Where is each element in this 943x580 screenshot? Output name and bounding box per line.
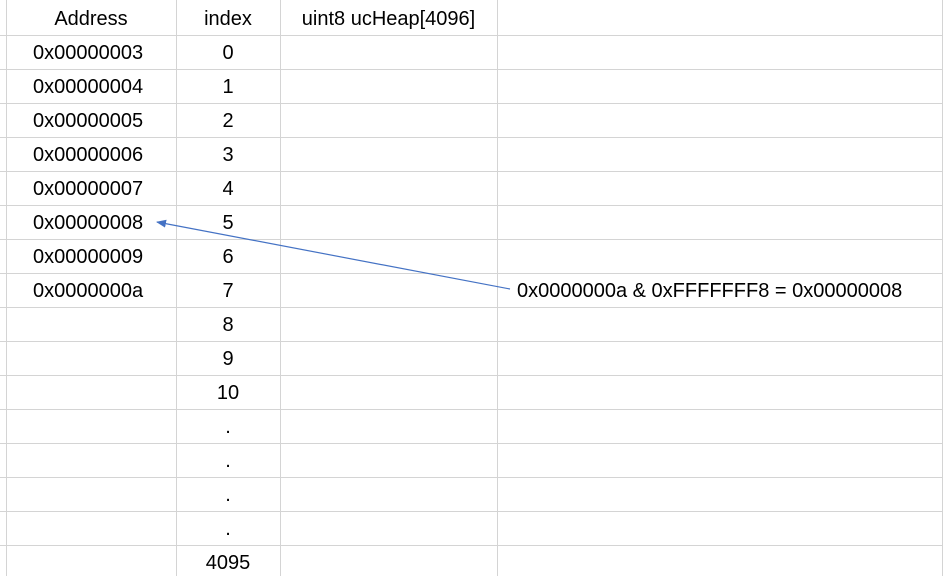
- index-cell[interactable]: 0: [176, 36, 280, 70]
- index-cell[interactable]: 6: [176, 240, 280, 274]
- row-separator: [0, 341, 943, 342]
- address-cell[interactable]: 0x00000008: [33, 206, 176, 240]
- index-cell[interactable]: 9: [176, 342, 280, 376]
- index-cell[interactable]: 2: [176, 104, 280, 138]
- address-cell[interactable]: 0x00000005: [33, 104, 176, 138]
- address-cell[interactable]: 0x0000000a: [33, 274, 176, 308]
- index-cell[interactable]: 3: [176, 138, 280, 172]
- index-cell[interactable]: 4095: [176, 546, 280, 580]
- index-cell[interactable]: 1: [176, 70, 280, 104]
- index-cell[interactable]: .: [176, 512, 280, 546]
- row-separator: [0, 375, 943, 376]
- index-cell[interactable]: 7: [176, 274, 280, 308]
- column-separator: [497, 0, 498, 576]
- index-cell[interactable]: 10: [176, 376, 280, 410]
- spreadsheet-grid: Address index uint8 ucHeap[4096] 0x00000…: [0, 0, 943, 576]
- column-separator: [6, 0, 7, 576]
- header-address[interactable]: Address: [6, 2, 176, 36]
- address-cell[interactable]: 0x00000003: [33, 36, 176, 70]
- address-cell[interactable]: 0x00000009: [33, 240, 176, 274]
- row-separator: [0, 545, 943, 546]
- index-cell[interactable]: 4: [176, 172, 280, 206]
- row-separator: [0, 443, 943, 444]
- annotation-text[interactable]: 0x0000000a & 0xFFFFFFF8 = 0x00000008: [517, 274, 937, 308]
- header-heap[interactable]: uint8 ucHeap[4096]: [280, 2, 497, 36]
- index-cell[interactable]: .: [176, 410, 280, 444]
- index-cell[interactable]: .: [176, 478, 280, 512]
- row-separator: [0, 511, 943, 512]
- row-separator: [0, 409, 943, 410]
- column-separator: [280, 0, 281, 576]
- address-cell[interactable]: 0x00000004: [33, 70, 176, 104]
- index-cell[interactable]: .: [176, 444, 280, 478]
- address-cell[interactable]: 0x00000007: [33, 172, 176, 206]
- header-index[interactable]: index: [176, 2, 280, 36]
- row-separator: [0, 477, 943, 478]
- index-cell[interactable]: 8: [176, 308, 280, 342]
- index-cell[interactable]: 5: [176, 206, 280, 240]
- address-cell[interactable]: 0x00000006: [33, 138, 176, 172]
